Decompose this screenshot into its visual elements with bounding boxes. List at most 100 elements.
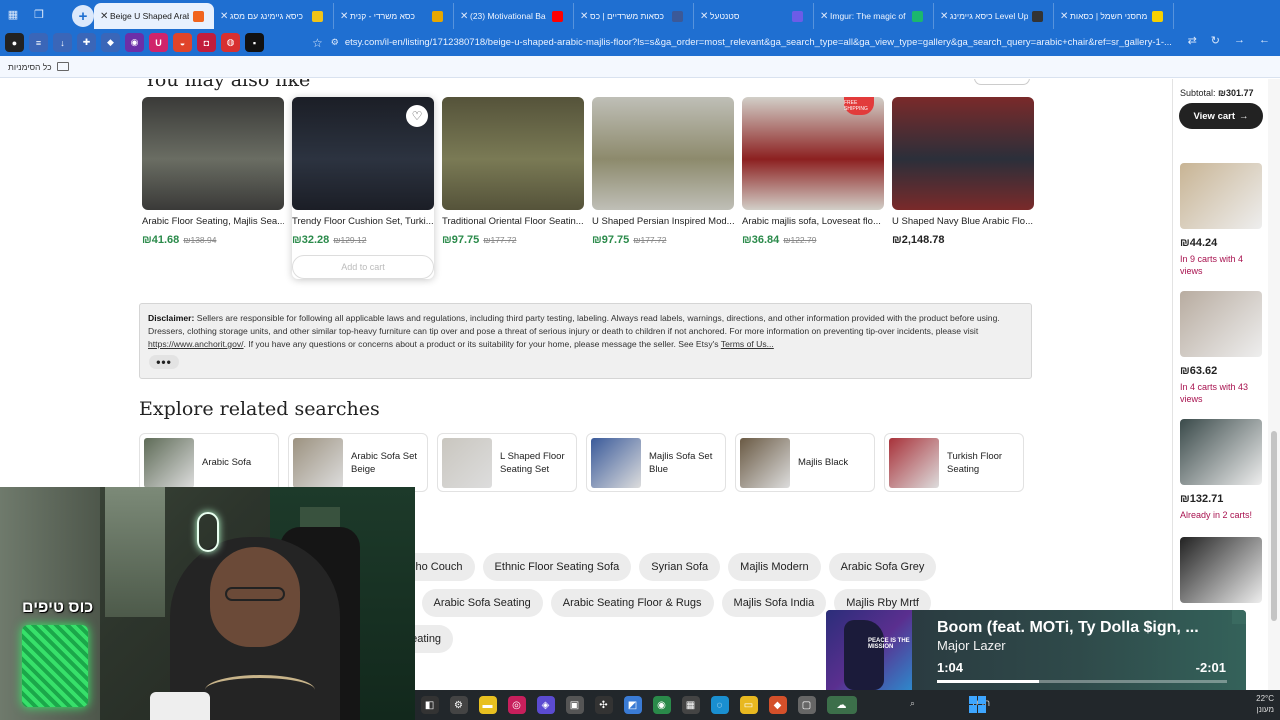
cart-item[interactable]: ₪44.24 In 9 carts with 4 views <box>1180 163 1262 277</box>
red-extension-icon[interactable]: ◘ <box>197 33 216 52</box>
notes-icon[interactable]: ▬ <box>478 696 497 714</box>
notification-extension-icon[interactable]: ◍ <box>221 33 240 52</box>
tab-close-icon[interactable]: ✕ <box>820 11 830 22</box>
extension-icon[interactable]: ≡ <box>29 33 48 52</box>
window-icon[interactable]: ▢ <box>797 696 816 714</box>
related-search-card[interactable]: Arabic Sofa Set Beige <box>288 433 428 492</box>
droplet-extension-icon[interactable]: ◆ <box>101 33 120 52</box>
puzzle-extension-icon[interactable]: ✚ <box>77 33 96 52</box>
product-title[interactable]: Arabic Floor Seating, Majlis Sea... <box>142 216 284 227</box>
edge-icon[interactable]: ◌ <box>710 696 729 714</box>
product-card[interactable]: U Shaped Navy Blue Arabic Flo... ₪2,148.7… <box>892 97 1034 279</box>
download-icon[interactable]: ↓ <box>53 33 72 52</box>
new-tab-button[interactable]: + <box>72 5 94 27</box>
browser-tab[interactable]: ✕ כיסא גיימינג Level Up <box>934 3 1054 29</box>
back-icon[interactable]: ← <box>1259 34 1270 47</box>
office-icon[interactable]: ◆ <box>768 696 787 714</box>
cart-item-image[interactable] <box>1180 163 1262 229</box>
product-image[interactable] <box>592 97 734 210</box>
product-card[interactable]: Traditional Oriental Floor Seatin... ₪97.… <box>442 97 584 279</box>
product-image[interactable] <box>442 97 584 210</box>
tab-close-icon[interactable]: ✕ <box>220 11 230 22</box>
search-chip[interactable]: Majlis Sofa India <box>721 589 827 617</box>
bookmark-star-icon[interactable]: ☆ <box>312 36 323 50</box>
search-chip[interactable]: Arabic Sofa Seating <box>421 589 543 617</box>
tab-close-icon[interactable]: ✕ <box>340 11 350 22</box>
related-search-card[interactable]: Majlis Sofa Set Blue <box>586 433 726 492</box>
add-to-cart-button[interactable]: Add to cart <box>292 255 434 279</box>
u-extension-icon[interactable]: U <box>149 33 168 52</box>
profile-extension-icon[interactable]: ● <box>5 33 24 52</box>
cart-item-image[interactable] <box>1180 291 1262 357</box>
see-more-pill[interactable] <box>974 79 1030 85</box>
media-icon[interactable]: ▣ <box>565 696 584 714</box>
product-title[interactable]: Arabic majlis sofa, Loveseat flo... <box>742 216 884 227</box>
tab-list-icon[interactable]: ❐ <box>26 4 52 26</box>
tab-close-icon[interactable]: ✕ <box>700 11 710 22</box>
windows-start-icon[interactable] <box>969 696 987 714</box>
orange-extension-icon[interactable]: ◒ <box>173 33 192 52</box>
cart-item[interactable]: ₪132.71 Already in 2 carts! <box>1180 419 1262 521</box>
product-image[interactable]: FREE SHIPPING <box>742 97 884 210</box>
product-card[interactable]: FREE SHIPPING Arabic majlis sofa, Lovesea… <box>742 97 884 279</box>
product-image[interactable] <box>142 97 284 210</box>
browser-tab[interactable]: ✕ כסא משרדי - קנית <box>334 3 454 29</box>
scrollbar-thumb[interactable] <box>1271 431 1277 621</box>
product-image[interactable] <box>892 97 1034 210</box>
product-title[interactable]: Trendy Floor Cushion Set, Turki... <box>292 216 434 227</box>
tab-close-icon[interactable]: ✕ <box>100 11 110 22</box>
search-chip[interactable]: Ethnic Floor Seating Sofa <box>482 553 632 581</box>
favorite-heart-icon[interactable]: ♡ <box>406 105 428 127</box>
tab-close-icon[interactable]: ✕ <box>940 11 950 22</box>
settings-icon[interactable]: ⚙ <box>449 696 468 714</box>
tab-close-icon[interactable]: ✕ <box>580 11 590 22</box>
product-image[interactable]: ♡ <box>292 97 434 210</box>
product-card[interactable]: U Shaped Persian Inspired Mod... ₪97.75 ₪1… <box>592 97 734 279</box>
cart-item[interactable]: ₪63.62 In 4 carts with 43 views <box>1180 291 1262 405</box>
dark-extension-icon[interactable]: ▪ <box>245 33 264 52</box>
browser-tab[interactable]: ✕ (23) Motivational Ba <box>454 3 574 29</box>
product-title[interactable]: U Shaped Navy Blue Arabic Flo... <box>892 216 1034 227</box>
tab-close-icon[interactable]: ✕ <box>1060 11 1070 22</box>
weather-icon[interactable]: ☁ <box>826 696 857 714</box>
browser-tab[interactable]: ✕ סטנטעל <box>694 3 814 29</box>
file-explorer-icon[interactable]: ▭ <box>739 696 758 714</box>
page-scrollbar[interactable] <box>1268 79 1280 720</box>
chatgpt-icon[interactable]: ✣ <box>594 696 613 714</box>
related-search-card[interactable]: L Shaped Floor Seating Set <box>437 433 577 492</box>
purple-extension-icon[interactable]: ◉ <box>125 33 144 52</box>
search-chip[interactable]: Majlis Modern <box>728 553 821 581</box>
browser-menu-icon[interactable]: ▦ <box>0 4 26 26</box>
folder-icon[interactable] <box>56 62 69 71</box>
browser-tab[interactable]: ✕ מחסני חשמל | כסאות <box>1054 3 1174 29</box>
tab-close-icon[interactable]: ✕ <box>460 11 470 22</box>
all-bookmarks-label[interactable]: כל הסימניות <box>8 62 52 72</box>
product-title[interactable]: Traditional Oriental Floor Seatin... <box>442 216 584 227</box>
address-bar[interactable]: ☆ ⚙ etsy.com/il-en/listing/1712380718/be… <box>312 32 1180 53</box>
cart-item-image[interactable] <box>1180 537 1262 603</box>
search-chip[interactable]: Arabic Seating Floor & Rugs <box>550 589 714 617</box>
browser-tab[interactable]: ✕ Imgur: The magic of <box>814 3 934 29</box>
music-app-icon[interactable]: ◎ <box>507 696 526 714</box>
anchorit-link[interactable]: https://www.anchorit.gov/ <box>148 339 244 349</box>
related-search-card[interactable]: Arabic Sofa <box>139 433 279 492</box>
search-chip[interactable]: Syrian Sofa <box>639 553 721 581</box>
browser-tab[interactable]: ✕ כיסא גיימינג עם מסג <box>214 3 334 29</box>
terms-link[interactable]: Terms of Us... <box>721 339 774 349</box>
expand-disclaimer-button[interactable]: ••• <box>149 355 179 369</box>
store-icon[interactable]: ◩ <box>623 696 642 714</box>
url-text[interactable]: etsy.com/il-en/listing/1712380718/beige-… <box>345 37 1172 48</box>
site-info-icon[interactable]: ⚙ <box>331 37 339 48</box>
translate-icon[interactable]: ⇄ <box>1188 34 1197 47</box>
view-cart-button[interactable]: View cart → <box>1179 103 1263 129</box>
browser-tab[interactable]: ✕ Beige U Shaped Arabi <box>94 3 214 29</box>
reload-icon[interactable]: ↻ <box>1211 34 1220 47</box>
product-title[interactable]: U Shaped Persian Inspired Mod... <box>592 216 734 227</box>
product-card[interactable]: Arabic Floor Seating, Majlis Sea... ₪41.6… <box>142 97 284 279</box>
product-card[interactable]: ♡ Trendy Floor Cushion Set, Turki... ₪32.2… <box>292 97 434 279</box>
related-search-card[interactable]: Turkish Floor Seating <box>884 433 1024 492</box>
forward-icon[interactable]: → <box>1234 34 1245 47</box>
browser-tab[interactable]: ✕ כסאות משרדיים | כס <box>574 3 694 29</box>
app-icon[interactable]: ◧ <box>420 696 439 714</box>
vpn-icon[interactable]: ◈ <box>536 696 555 714</box>
